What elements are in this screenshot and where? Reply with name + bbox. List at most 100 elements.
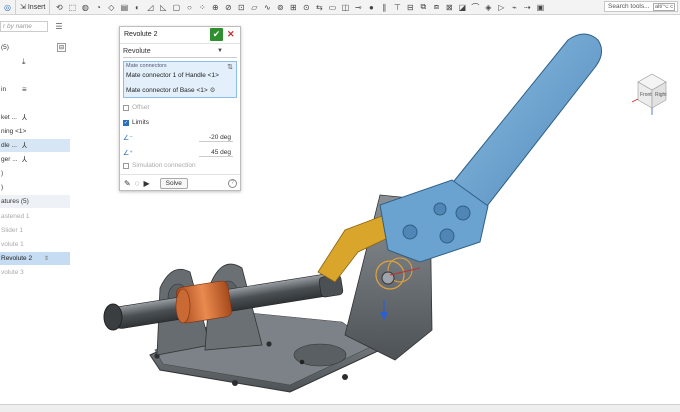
collapse-icon[interactable]: ⊟ — [57, 43, 67, 52]
revolute-icon[interactable]: ⊙ — [301, 2, 311, 12]
mate-connectors-field[interactable]: Mate connectors ⇅ Mate connector 1 of Ha… — [123, 61, 237, 98]
animate-icon[interactable]: ▷ — [496, 2, 506, 12]
limit-min-input[interactable]: -20 deg — [199, 134, 233, 142]
limit-max-input[interactable]: 45 deg — [199, 149, 233, 157]
flip-icon[interactable]: ⇅ — [227, 63, 233, 71]
instance-item[interactable]: ) — [0, 181, 70, 194]
search-tools-input[interactable]: Search tools... alt/⌥ c — [604, 1, 678, 12]
search-shortcut: alt/⌥ c — [653, 2, 675, 11]
cylindrical-icon[interactable]: ◫ — [340, 2, 350, 12]
feature-label: astened 1 — [1, 213, 30, 220]
feature-item[interactable]: Slider 1 — [0, 224, 70, 237]
insert-button[interactable]: ⇲ Insert — [14, 0, 51, 14]
pin-icon[interactable]: ✎ — [124, 179, 131, 188]
planar-icon[interactable]: ▭ — [327, 2, 337, 12]
split-icon[interactable]: ⊘ — [223, 2, 233, 12]
simulation-icon[interactable]: ⌁ — [509, 2, 519, 12]
handle-arm — [449, 33, 602, 216]
appearance-icon[interactable]: ◈ — [483, 2, 493, 12]
draft-icon[interactable]: ◺ — [158, 2, 168, 12]
helix-icon[interactable]: ∿ — [262, 2, 272, 12]
tangent-icon[interactable]: ⊤ — [392, 2, 402, 12]
accept-button[interactable]: ✔ — [210, 28, 223, 41]
explode-icon[interactable]: ⊠ — [444, 2, 454, 12]
mate-connector-icon: ⅄ — [22, 113, 27, 122]
limits-label: Limits — [132, 119, 149, 126]
snapshot-icon[interactable]: ▣ — [535, 2, 545, 12]
instance-item[interactable]: in ≡ — [0, 83, 70, 96]
gear-icon[interactable]: ⚙ — [210, 87, 216, 94]
fillet-icon[interactable]: ◐ — [132, 2, 142, 12]
mirror-icon[interactable]: ⧈ — [431, 2, 441, 12]
hole-icon[interactable]: ○ — [184, 2, 194, 12]
view-cube-right-label: Right — [655, 92, 667, 98]
revolve-icon[interactable]: ◍ — [80, 2, 90, 12]
ball-icon[interactable]: ● — [366, 2, 376, 12]
motion-icon[interactable]: ⇢ — [522, 2, 532, 12]
sweep-icon[interactable]: ◔ — [93, 2, 103, 12]
mate-connector-icon: ⅄ — [22, 141, 27, 150]
play-icon[interactable]: ▶ — [143, 179, 149, 188]
thicken-icon[interactable]: ▤ — [119, 2, 129, 12]
features-header[interactable]: atures (5) — [0, 195, 70, 208]
replicate-icon[interactable]: ⧉ — [418, 2, 428, 12]
search-placeholder: Search tools... — [608, 3, 650, 10]
feature-label: Revolute 2 — [1, 255, 33, 262]
animate-icon[interactable]: ◌ — [135, 179, 140, 188]
mate-connector-1[interactable]: Mate connector 1 of Handle <1> — [126, 72, 219, 79]
instance-label: ) — [1, 170, 4, 177]
instance-item[interactable]: ) — [0, 167, 70, 180]
mate-type-select[interactable]: Revolute ▼ — [123, 45, 237, 58]
simulation-connection-checkbox[interactable]: Simulation connection — [123, 162, 196, 169]
dialog-footer: ✎ ◌ ▶ Solve ? — [120, 174, 240, 191]
parts-header[interactable]: (5) ⊟ — [0, 41, 70, 54]
app-menu-button[interactable]: ◎ — [0, 0, 15, 14]
help-icon[interactable]: ? — [228, 178, 237, 188]
loft-icon[interactable]: ◇ — [106, 2, 116, 12]
parallel-icon[interactable]: ∥ — [379, 2, 389, 12]
instance-item[interactable]: ger ... ⅄ — [0, 153, 70, 166]
download-icon[interactable]: ⤓ — [22, 57, 26, 67]
measure-icon[interactable]: ⌒ — [470, 2, 480, 12]
boolean-icon[interactable]: ⊕ — [210, 2, 220, 12]
mate-connector-icon: ⅄ — [22, 155, 27, 164]
offset-checkbox[interactable]: Offset — [123, 104, 149, 111]
instance-item[interactable]: ning <1> — [0, 125, 70, 138]
feature-label: Slider 1 — [1, 227, 24, 234]
limits-checkbox[interactable]: ✓ Limits — [123, 119, 149, 126]
extrude-icon[interactable]: ⬚ — [67, 2, 77, 12]
pattern-icon[interactable]: ⁘ — [197, 2, 207, 12]
chamfer-icon[interactable]: ◿ — [145, 2, 155, 12]
feature-item-revolute-2[interactable]: Revolute 2 ⇕ — [0, 252, 70, 265]
slider-icon[interactable]: ⇆ — [314, 2, 324, 12]
solve-button[interactable]: Solve — [159, 177, 188, 189]
mate-type-value: Revolute — [123, 47, 151, 55]
shell-icon[interactable]: ▢ — [171, 2, 181, 12]
checkbox-box — [123, 104, 129, 111]
cancel-icon[interactable]: ✕ — [227, 29, 235, 40]
instance-item-handle[interactable]: dle ... ⅄ — [0, 139, 70, 152]
transform-icon[interactable]: ⊡ — [236, 2, 246, 12]
feature-label: volute 1 — [1, 241, 24, 248]
min-limit-icon: ∠⁻ — [123, 135, 133, 142]
mate-connector-2[interactable]: Mate connector of Base <1> ⚙ — [126, 86, 216, 94]
pin-slot-icon[interactable]: ⊸ — [353, 2, 363, 12]
limit-max-row: ∠⁺ 45 deg — [123, 147, 233, 159]
filter-input[interactable]: r by name — [0, 21, 48, 32]
section-icon[interactable]: ◪ — [457, 2, 467, 12]
view-cube-front-label: Front — [640, 92, 652, 98]
plane-icon[interactable]: ▱ — [249, 2, 259, 12]
feature-item[interactable]: astened 1 — [0, 210, 70, 223]
fasten-icon[interactable]: ⊞ — [288, 2, 298, 12]
instance-label: ket ... — [1, 114, 17, 121]
list-view-icon[interactable]: ☰ — [54, 21, 64, 31]
parts-count: (5) — [1, 44, 9, 51]
group-icon[interactable]: ⊟ — [405, 2, 415, 12]
feature-item[interactable]: volute 1 — [0, 238, 70, 251]
feature-item[interactable]: volute 3 — [0, 266, 70, 279]
instance-item[interactable]: ket ... ⅄ — [0, 111, 70, 124]
drag-handle-icon[interactable]: ⇕ — [44, 255, 49, 262]
mate-connector-icon[interactable]: ⊚ — [275, 2, 285, 12]
view-cube[interactable]: Front Right — [630, 68, 672, 118]
undo-icon[interactable]: ⟲ — [54, 2, 64, 12]
